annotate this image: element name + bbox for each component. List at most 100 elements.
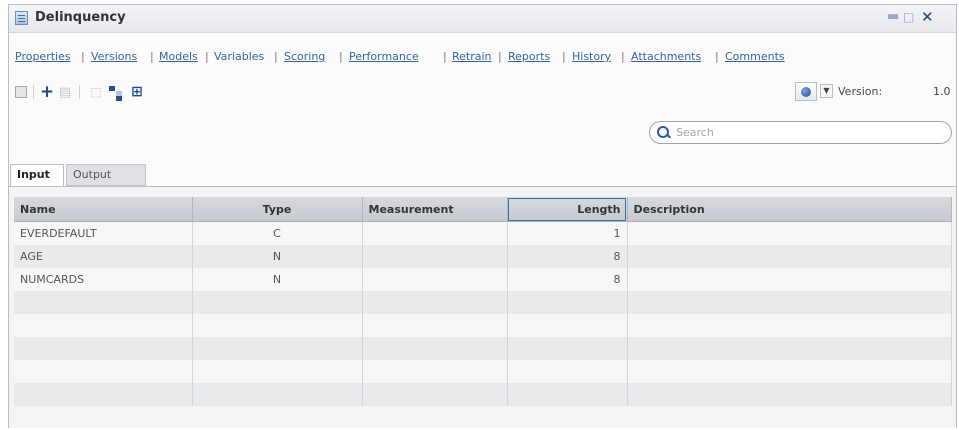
table-row [14, 383, 952, 406]
cell-name: NUMCARDS [14, 268, 193, 291]
table-header-row: Name Type Measurement Length Description [14, 197, 952, 222]
table-row[interactable]: AGE N 8 [14, 245, 952, 268]
cell-length [507, 291, 628, 314]
select-icon[interactable]: ⬚ [89, 83, 103, 101]
cell-name: AGE [14, 245, 193, 268]
table-row[interactable]: NUMCARDS N 8 [14, 268, 952, 291]
cell-name [14, 337, 193, 360]
add-icon[interactable]: + [39, 82, 55, 102]
cell-measurement [362, 314, 508, 337]
tab-separator: | [339, 50, 343, 63]
cell-type: C [192, 221, 363, 245]
title-bar: Delinquency ▬ □ ✕ [9, 5, 956, 33]
tab-separator: | [621, 50, 625, 63]
cell-description [627, 221, 952, 245]
tab-properties[interactable]: Properties [15, 50, 71, 63]
version-value: 1.0 [933, 85, 951, 98]
cell-name: EVERDEFAULT [14, 221, 193, 245]
cell-type [192, 291, 363, 314]
search-box[interactable] [649, 121, 952, 144]
tab-variables[interactable]: Variables [214, 50, 264, 63]
toolbar-divider [79, 85, 80, 99]
cell-length [507, 383, 628, 406]
maximize-icon[interactable]: □ [903, 10, 914, 24]
column-header-name[interactable]: Name [14, 197, 193, 222]
column-header-description[interactable]: Description [627, 197, 952, 222]
globe-icon [801, 86, 811, 97]
table-row[interactable]: EVERDEFAULT C 1 [14, 221, 952, 245]
toolbar-divider [33, 85, 34, 99]
minimize-icon[interactable]: ▬ [887, 10, 899, 24]
tab-reports[interactable]: Reports [508, 50, 550, 63]
cell-type: N [192, 268, 363, 291]
column-header-length[interactable]: Length [507, 197, 628, 222]
cell-description [627, 245, 952, 268]
tab-separator: | [562, 50, 566, 63]
table-row [14, 337, 952, 360]
cell-type: N [192, 245, 363, 268]
version-label: Version: [838, 85, 883, 98]
tab-separator: | [443, 50, 447, 63]
cell-length [507, 337, 628, 360]
cell-name [14, 314, 193, 337]
tab-models[interactable]: Models [159, 50, 198, 63]
cell-name [14, 383, 193, 406]
cell-measurement [362, 268, 508, 291]
cell-measurement [362, 360, 508, 383]
close-icon[interactable]: ✕ [921, 10, 934, 25]
search-icon [657, 126, 670, 139]
tab-separator: | [715, 50, 719, 63]
cell-length: 8 [507, 245, 628, 268]
cell-description [627, 383, 952, 406]
version-dropdown[interactable]: ▼ [820, 84, 833, 98]
document-icon [15, 11, 28, 25]
cell-type [192, 337, 363, 360]
cell-description [627, 314, 952, 337]
cell-description [627, 268, 952, 291]
column-header-measurement[interactable]: Measurement [362, 197, 508, 222]
search-input[interactable] [676, 125, 936, 140]
cell-name [14, 291, 193, 314]
cell-type [192, 314, 363, 337]
tab-separator: | [498, 50, 502, 63]
cell-measurement [362, 383, 508, 406]
column-header-type[interactable]: Type [192, 197, 363, 222]
tab-separator: | [205, 50, 209, 63]
cell-length: 8 [507, 268, 628, 291]
tab-history[interactable]: History [572, 50, 611, 63]
cell-measurement [362, 291, 508, 314]
cell-description [627, 360, 952, 383]
delinquency-window: Delinquency ▬ □ ✕ Properties | Versions … [8, 4, 957, 428]
cell-description [627, 337, 952, 360]
cell-length: 1 [507, 221, 628, 245]
tab-comments[interactable]: Comments [725, 50, 785, 63]
tab-separator: | [274, 50, 278, 63]
tab-input[interactable]: Input [10, 164, 64, 186]
cell-measurement [362, 337, 508, 360]
cell-measurement [362, 245, 508, 268]
cell-length [507, 360, 628, 383]
map-icon[interactable]: ⊞ [129, 83, 145, 101]
table-row [14, 291, 952, 314]
save-icon[interactable] [14, 83, 28, 101]
cell-name [14, 360, 193, 383]
tab-scoring[interactable]: Scoring [284, 50, 325, 63]
nav-tabs: Properties | Versions | Models | Variabl… [9, 50, 956, 68]
tree-icon[interactable] [108, 83, 124, 101]
delete-icon[interactable]: ▤ [58, 83, 72, 101]
table-row [14, 314, 952, 337]
tab-output[interactable]: Output [66, 164, 146, 186]
tab-versions[interactable]: Versions [91, 50, 137, 63]
cell-description [627, 291, 952, 314]
tab-retrain[interactable]: Retrain [452, 50, 492, 63]
tab-separator: | [81, 50, 85, 63]
tab-attachments[interactable]: Attachments [631, 50, 701, 63]
cell-length [507, 314, 628, 337]
tab-performance[interactable]: Performance [349, 50, 419, 63]
cell-type [192, 360, 363, 383]
export-button[interactable] [795, 82, 817, 101]
cell-type [192, 383, 363, 406]
tab-separator: | [150, 50, 154, 63]
window-title: Delinquency [35, 10, 126, 25]
cell-measurement [362, 221, 508, 245]
